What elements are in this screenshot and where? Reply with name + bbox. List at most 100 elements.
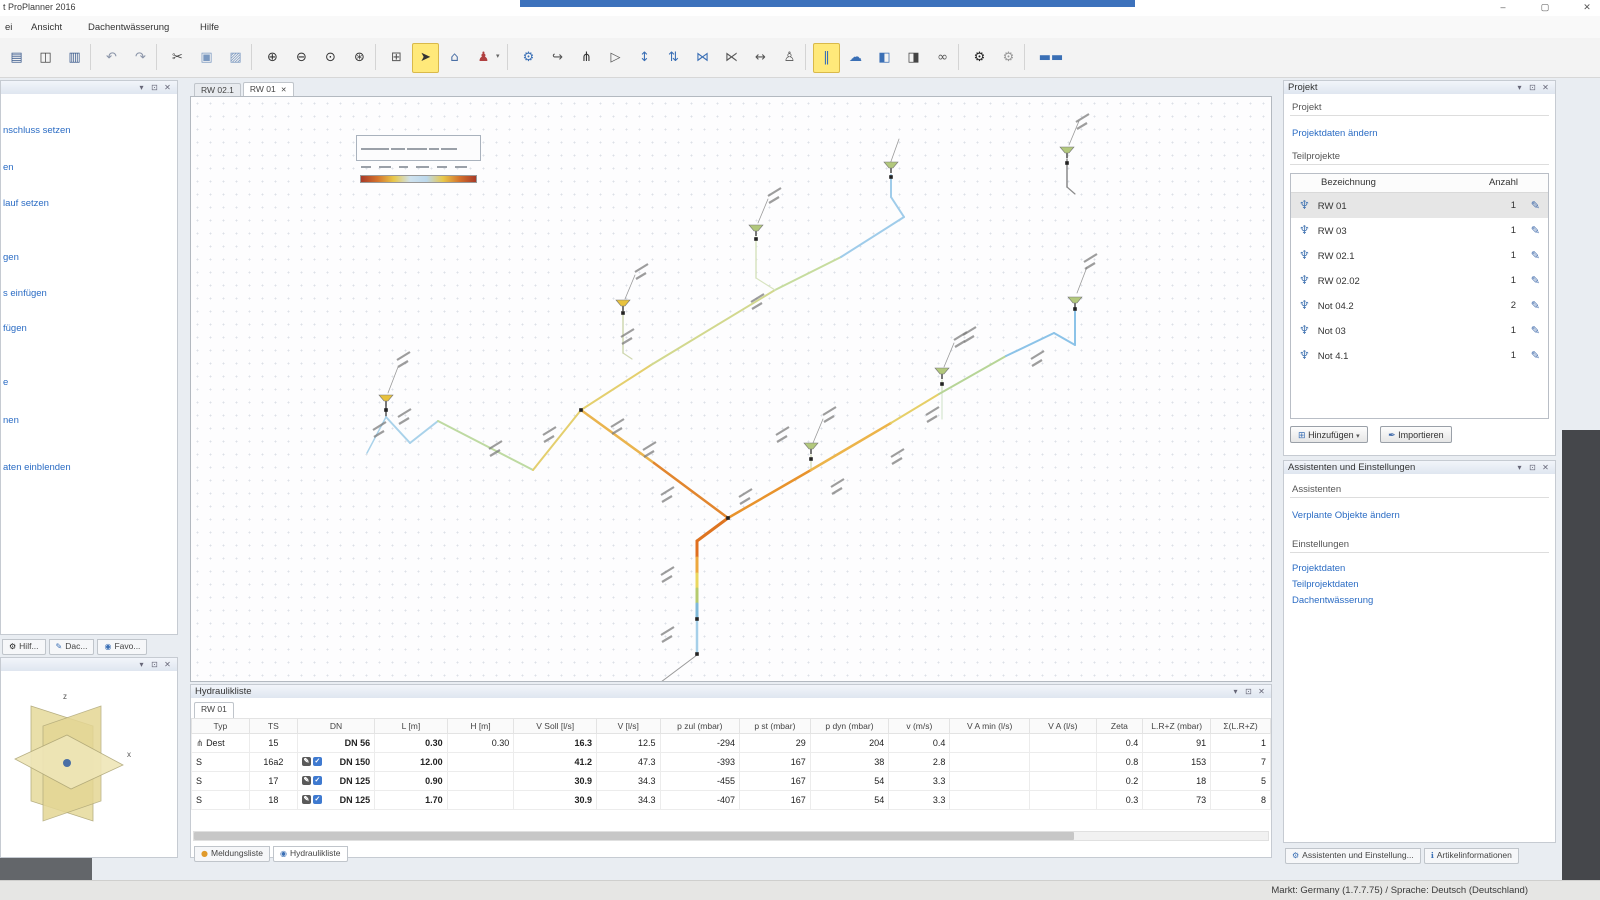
dimension-icon[interactable]: ↔ (747, 43, 774, 73)
close-panel-button[interactable]: ✕ (161, 659, 174, 671)
left-tab-dac[interactable]: ✎Dac... (49, 639, 95, 655)
task-link[interactable]: en (3, 162, 14, 173)
pipe-node-dot[interactable] (695, 652, 699, 656)
zoom-fit-icon[interactable]: ⊞ (383, 43, 410, 73)
menu-item-ei[interactable]: ei (2, 20, 15, 35)
edit-toggle-icon[interactable]: ✎ (302, 776, 311, 785)
teilprojekt-row[interactable]: ♆RW 03✎1 (1291, 218, 1548, 243)
zoom-in-icon[interactable]: ⊕ (259, 43, 286, 73)
einstellung-link[interactable]: Projektdaten (1292, 563, 1547, 574)
paste-icon[interactable]: ▨ (222, 43, 249, 73)
pipe-bend-icon[interactable]: ↪ (544, 43, 571, 73)
check-toggle-icon[interactable]: ✓ (313, 776, 322, 785)
task-link[interactable]: lauf setzen (3, 198, 49, 209)
pipe-segment[interactable] (651, 290, 775, 365)
footer-tab-hydraulikliste[interactable]: ◉Hydraulikliste (273, 846, 348, 862)
pipe-segment[interactable] (728, 470, 811, 518)
roof-drain-funnel-icon[interactable] (935, 368, 949, 379)
pipe-node-dot[interactable] (621, 311, 625, 315)
edit-pencil-icon[interactable]: ✎ (1531, 268, 1540, 293)
edit-pencil-icon[interactable]: ✎ (1531, 193, 1540, 218)
right-footer-tab[interactable]: ⚙Assistenten und Einstellung... (1285, 848, 1421, 864)
pipe-segment[interactable] (386, 417, 410, 443)
pause-icon[interactable]: ‖ (813, 43, 840, 73)
table-row[interactable]: S17✎✓DN 1250.9030.934.3-455167543.30.218… (192, 772, 1271, 791)
pipe-segment[interactable] (1077, 267, 1087, 293)
task-link[interactable]: aten einblenden (3, 462, 71, 473)
connector-icon[interactable]: ⋈ (689, 43, 716, 73)
pipe-node-dot[interactable] (1073, 307, 1077, 311)
pipe-segment[interactable] (581, 365, 651, 410)
footer-tab-meldungsliste[interactable]: ●Meldungsliste (194, 846, 270, 862)
projektdaten-aendern-link[interactable]: Projektdaten ändern (1292, 128, 1547, 139)
pipe-segment[interactable] (388, 367, 398, 393)
print-icon[interactable]: ◫ (32, 43, 59, 73)
table-row[interactable]: S18✎✓DN 1251.7030.934.3-407167543.30.373… (192, 791, 1271, 810)
right-footer-tab[interactable]: ℹArtikelinformationen (1424, 848, 1519, 864)
scrollbar-thumb[interactable] (194, 832, 1074, 840)
pipe-segment[interactable] (625, 275, 635, 299)
polygon-tool-icon[interactable]: ⌂ (441, 43, 468, 73)
einstellung-link[interactable]: Teilprojektdaten (1292, 579, 1547, 590)
zoom-all-icon[interactable]: ⊛ (346, 43, 373, 73)
axis-3d-widget[interactable]: zx (1, 671, 177, 856)
edit-pencil-icon[interactable]: ✎ (1531, 318, 1540, 343)
menu-item-hilfe[interactable]: Hilfe (197, 20, 222, 35)
close-panel-button[interactable]: ✕ (161, 82, 174, 94)
edit-toggle-icon[interactable]: ✎ (302, 795, 311, 804)
task-link[interactable]: fügen (3, 323, 27, 334)
outlet-icon[interactable]: ▷ (602, 43, 629, 73)
horizontal-scrollbar[interactable] (193, 831, 1269, 841)
share-icon[interactable]: ∞ (929, 43, 956, 73)
task-link[interactable]: gen (3, 252, 19, 263)
person-placement-icon[interactable]: ♟ (470, 43, 497, 73)
auto-hide-pin-button[interactable]: ⊡ (1242, 686, 1255, 698)
drain-icon[interactable]: ⋔ (573, 43, 600, 73)
select-cursor-icon[interactable]: ➤ (412, 43, 439, 73)
pipe-segment[interactable] (758, 199, 768, 223)
pipe-segment[interactable] (653, 655, 697, 681)
teilprojekt-row[interactable]: ♆RW 02.1✎1 (1291, 243, 1548, 268)
doc-export-icon[interactable]: ◧ (871, 43, 898, 73)
pipe-segment[interactable] (533, 410, 581, 470)
maximize-button[interactable]: ▢ (1528, 0, 1562, 15)
pipe-segment[interactable] (1067, 187, 1075, 194)
redo-icon[interactable]: ↷ (127, 43, 154, 73)
doc-edit-icon[interactable]: ◨ (900, 43, 927, 73)
dropdown-arrow-icon[interactable]: ▾ (496, 43, 506, 71)
check-toggle-icon[interactable]: ✓ (313, 757, 322, 766)
pipe-segment[interactable] (891, 197, 904, 217)
edit-pencil-icon[interactable]: ✎ (1531, 218, 1540, 243)
pipe-segment[interactable] (1054, 333, 1075, 345)
edit-pencil-icon[interactable]: ✎ (1531, 293, 1540, 318)
roof-drain-funnel-icon[interactable] (884, 162, 898, 173)
pipe-segment[interactable] (775, 257, 841, 290)
riser-alt-icon[interactable]: ⇅ (660, 43, 687, 73)
task-link[interactable]: nschluss setzen (3, 125, 71, 136)
auto-hide-pin-button[interactable]: ⊡ (148, 82, 161, 94)
menu-item-ansicht[interactable]: Ansicht (28, 20, 65, 35)
menu-item-dachentwässerung[interactable]: Dachentwässerung (85, 20, 172, 35)
pipe-node-dot[interactable] (579, 408, 583, 412)
close-panel-button[interactable]: ✕ (1539, 462, 1552, 474)
connector-alt-icon[interactable]: ⋉ (718, 43, 745, 73)
einstellung-link[interactable]: Dachentwässerung (1292, 595, 1547, 606)
hydraulics-tab[interactable]: RW 01 (194, 702, 234, 718)
teilprojekt-row[interactable]: ♆RW 02.02✎1 (1291, 268, 1548, 293)
copy-icon[interactable]: ▣ (193, 43, 220, 73)
report-icon[interactable]: ▥ (61, 43, 88, 73)
pipe-node-dot[interactable] (809, 457, 813, 461)
person-icon[interactable]: ♙ (776, 43, 803, 73)
task-link[interactable]: nen (3, 415, 19, 426)
zoom-window-icon[interactable]: ⊙ (317, 43, 344, 73)
gear-light-icon[interactable]: ⚙ (995, 43, 1022, 73)
pipe-segment[interactable] (841, 217, 904, 257)
roof-drain-funnel-icon[interactable] (749, 225, 763, 236)
check-toggle-icon[interactable]: ✓ (313, 795, 322, 804)
pipe-segment[interactable] (623, 353, 632, 359)
pipe-node-dot[interactable] (384, 408, 388, 412)
close-tab-icon[interactable]: ✕ (281, 87, 287, 94)
pipe-node-dot[interactable] (1065, 161, 1069, 165)
edit-toggle-icon[interactable]: ✎ (302, 757, 311, 766)
gear-dark-icon[interactable]: ⚙ (966, 43, 993, 73)
